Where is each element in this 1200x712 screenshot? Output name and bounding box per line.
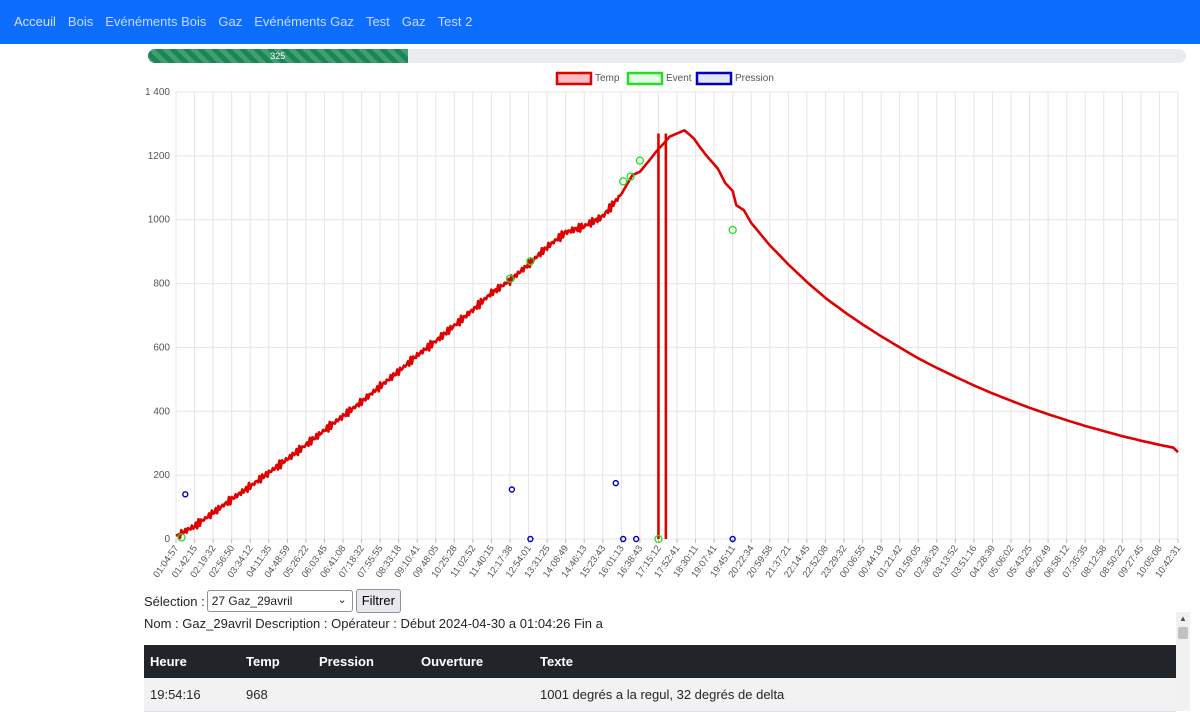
column-header-pression: Pression	[313, 645, 415, 678]
legend-label: Pression	[735, 73, 774, 84]
selection-value: 27 Gaz_29avril	[211, 594, 293, 608]
scrollbar[interactable]: ▲	[1176, 612, 1190, 711]
column-header-temp: Temp	[240, 645, 313, 678]
selection-row: Sélection : 27 Gaz_29avril ⌄ Filtrer	[144, 589, 401, 613]
nav-link-gaz[interactable]: Gaz	[212, 0, 248, 44]
nav-link-gaz-2[interactable]: Gaz	[396, 0, 432, 44]
table-row[interactable]: 19:54:16 968 1001 degrés a la regul, 32 …	[144, 678, 1176, 712]
column-header-ouverture: Ouverture	[415, 645, 534, 678]
y-tick-label: 1200	[148, 151, 171, 162]
nav-link-acceuil[interactable]: Acceuil	[8, 0, 62, 44]
legend-label: Temp	[595, 73, 620, 84]
filter-button[interactable]: Filtrer	[355, 589, 401, 613]
cell-temp: 968	[240, 678, 313, 712]
legend-swatch	[695, 71, 733, 86]
selection-dropdown[interactable]: 27 Gaz_29avril ⌄	[206, 590, 353, 612]
cell-texte: 1001 degrés a la regul, 32 degrés de del…	[534, 678, 1176, 712]
nav-link-evenements-gaz[interactable]: Evénéments Gaz	[248, 0, 360, 44]
cell-ouverture	[415, 678, 534, 712]
scroll-up-arrow-icon[interactable]: ▲	[1176, 612, 1190, 626]
legend-swatch	[555, 71, 593, 86]
nav-link-evenements-bois[interactable]: Evénéments Bois	[99, 0, 212, 44]
event-point	[619, 177, 628, 186]
y-tick-label: 800	[153, 279, 170, 290]
temperature-chart: 0200400600800100012001 40001:04:5701:42:…	[145, 71, 1183, 580]
record-info: Nom : Gaz_29avril Description : Opérateu…	[144, 616, 603, 631]
nav-link-test-2[interactable]: Test 2	[432, 0, 479, 44]
y-tick-label: 600	[153, 342, 170, 353]
progress-bar-fill: 325	[148, 49, 408, 63]
nav-link-test[interactable]: Test	[360, 0, 396, 44]
chevron-down-icon: ⌄	[337, 594, 347, 606]
y-tick-label: 400	[153, 406, 170, 417]
legend-swatch	[626, 71, 664, 86]
events-table: Heure Temp Pression Ouverture Texte 19:5…	[144, 645, 1176, 712]
y-tick-label: 1 400	[145, 87, 170, 98]
table-header-row: Heure Temp Pression Ouverture Texte	[144, 645, 1176, 678]
progress-bar-track: 325	[148, 49, 1186, 63]
selection-label: Sélection :	[144, 593, 205, 609]
pression-point	[182, 491, 189, 498]
nav-link-bois[interactable]: Bois	[62, 0, 99, 44]
cell-heure: 19:54:16	[144, 678, 240, 712]
cell-pression	[313, 678, 415, 712]
top-navbar: Acceuil Bois Evénéments Bois Gaz Evénéme…	[0, 0, 1200, 44]
scroll-thumb[interactable]	[1178, 627, 1188, 639]
legend-label: Event	[666, 73, 692, 84]
pression-point	[612, 479, 619, 487]
column-header-heure: Heure	[144, 645, 240, 678]
y-tick-label: 1000	[148, 215, 171, 226]
column-header-texte: Texte	[534, 645, 1176, 678]
y-tick-label: 0	[164, 534, 170, 545]
y-tick-label: 200	[153, 470, 170, 481]
